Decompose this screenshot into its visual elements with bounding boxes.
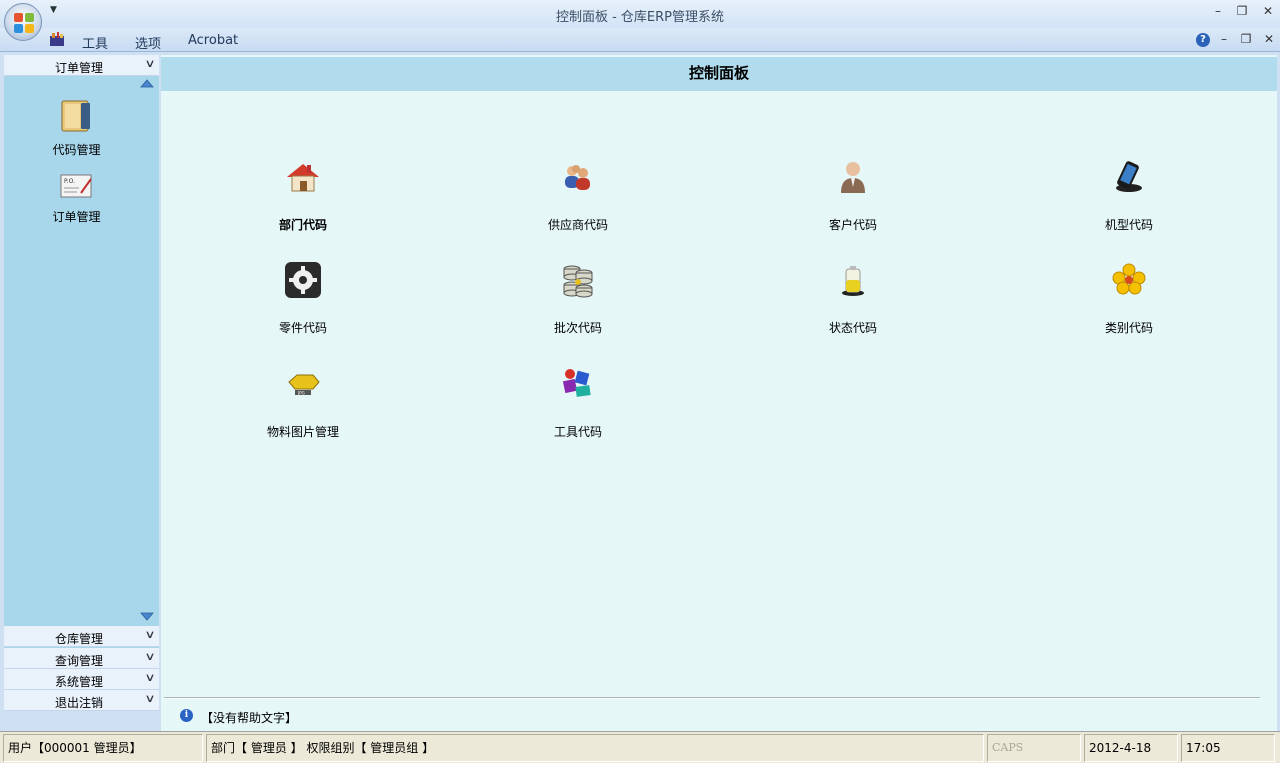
tile-tool-code[interactable]: 工具代码 (498, 364, 658, 440)
tile-status-code[interactable]: 状态代码 (773, 260, 933, 336)
tile-material-image[interactable]: JPG 物料图片管理 (223, 364, 383, 440)
status-caps: CAPS (987, 734, 1081, 762)
toolbox-icon[interactable] (49, 31, 65, 47)
mdi-minimize-icon[interactable]: – (1217, 32, 1231, 46)
menu-options[interactable]: 选项 (135, 33, 161, 52)
tile-customer-code[interactable]: 客户代码 (773, 157, 933, 233)
menu-bar: 工具 选项 Acrobat ? – ❐ ✕ (0, 28, 1280, 52)
flower-icon (1112, 263, 1146, 295)
tile-label: 零件代码 (278, 321, 327, 335)
status-bar: 用户【000001 管理员】 部门【 管理员 】 权限组别【 管理员组 】 CA… (0, 731, 1280, 763)
office-logo-icon (14, 13, 34, 33)
nav-group-label: 查询管理 (54, 654, 103, 668)
window-title: 控制面板 - 仓库ERP管理系统 (555, 10, 725, 25)
nav-group-warehouse[interactable]: 仓库管理 ∨ (4, 626, 159, 647)
chevron-down-icon: ∨ (144, 692, 156, 705)
blocks-icon (562, 369, 591, 397)
mdi-close-icon[interactable]: ✕ (1262, 32, 1276, 46)
chevron-down-icon: ∨ (144, 650, 156, 663)
svg-text:JPG: JPG (297, 391, 305, 396)
close-icon[interactable]: ✕ (1260, 4, 1276, 18)
status-date: 2012-4-18 (1084, 734, 1178, 762)
purchase-order-icon: P.O. (60, 174, 92, 198)
control-panel: 控制面板 部门代码 供应商代码 客户代码 机型代码 零件代码 批次代码 状态代码… (161, 55, 1277, 731)
status-department: 部门【 管理员 】 权限组别【 管理员组 】 (206, 734, 984, 762)
tile-label: 物料图片管理 (266, 425, 339, 439)
restore-icon[interactable]: ❐ (1234, 4, 1250, 18)
nav-group-system[interactable]: 系统管理 ∨ (4, 669, 159, 690)
left-navigation: 订单管理 ∨ 代码管理 P.O. 订单管理 仓库管理 ∨ 查询管理 ∨ 系统管理… (4, 55, 159, 711)
tile-label: 供应商代码 (547, 218, 608, 232)
nav-group-order-management[interactable]: 订单管理 ∨ (4, 55, 159, 76)
chevron-down-icon: ∨ (144, 671, 156, 684)
scroll-up-icon[interactable] (140, 79, 154, 89)
tile-part-code[interactable]: 零件代码 (223, 260, 383, 336)
nav-group-query[interactable]: 查询管理 ∨ (4, 648, 159, 669)
chevron-down-icon: ∨ (144, 57, 156, 70)
users-icon (565, 165, 590, 190)
nav-tile-label: 代码管理 (52, 143, 101, 157)
tile-category-code[interactable]: 类别代码 (1049, 260, 1209, 336)
phone-icon (1116, 161, 1142, 192)
gear-icon (285, 262, 321, 298)
menu-tools[interactable]: 工具 (82, 33, 108, 52)
tile-batch-code[interactable]: 批次代码 (498, 260, 658, 336)
nav-group-label: 系统管理 (54, 675, 103, 689)
nav-tile-label: 订单管理 (52, 210, 101, 224)
tile-label: 工具代码 (553, 425, 602, 439)
menu-acrobat[interactable]: Acrobat (188, 33, 238, 48)
tile-label: 批次代码 (553, 321, 602, 335)
tile-label: 机型代码 (1104, 218, 1153, 232)
house-icon (287, 164, 319, 192)
help-divider (164, 697, 1260, 699)
battery-icon (842, 266, 864, 296)
nav-group-label: 退出注销 (54, 696, 103, 710)
tile-label: 状态代码 (828, 321, 877, 335)
chevron-down-icon: ∨ (144, 628, 156, 641)
panel-title: 控制面板 (161, 57, 1277, 91)
database-stack-icon (563, 265, 593, 298)
folder-icon (61, 100, 90, 132)
nav-tile-order-management[interactable]: P.O. 订单管理 (4, 171, 149, 225)
customer-icon (841, 162, 865, 193)
status-user: 用户【000001 管理员】 (3, 734, 203, 762)
nav-group-label: 订单管理 (54, 61, 103, 75)
nav-group-label: 仓库管理 (54, 632, 103, 646)
status-time: 17:05 (1181, 734, 1275, 762)
tile-label: 类别代码 (1104, 321, 1153, 335)
nav-group-logout[interactable]: 退出注销 ∨ (4, 690, 159, 711)
tile-label: 客户代码 (828, 218, 877, 232)
help-icon[interactable]: ? (1196, 33, 1210, 47)
mdi-restore-icon[interactable]: ❐ (1239, 32, 1253, 46)
svg-text:P.O.: P.O. (64, 178, 75, 185)
image-icon: JPG (288, 374, 320, 396)
tile-department-code[interactable]: 部门代码 (223, 157, 383, 233)
nav-tile-code-management[interactable]: 代码管理 (4, 98, 149, 158)
tile-model-code[interactable]: 机型代码 (1049, 157, 1209, 233)
tile-label: 部门代码 (278, 218, 327, 232)
office-button[interactable] (4, 3, 42, 41)
scroll-down-icon[interactable] (140, 611, 154, 621)
help-text: 【没有帮助文字】 (201, 711, 298, 725)
tile-supplier-code[interactable]: 供应商代码 (498, 157, 658, 233)
title-bar: ▼ 控制面板 - 仓库ERP管理系统 – ❐ ✕ (0, 0, 1280, 28)
info-icon: i (180, 709, 193, 722)
minimize-icon[interactable]: – (1210, 4, 1226, 18)
